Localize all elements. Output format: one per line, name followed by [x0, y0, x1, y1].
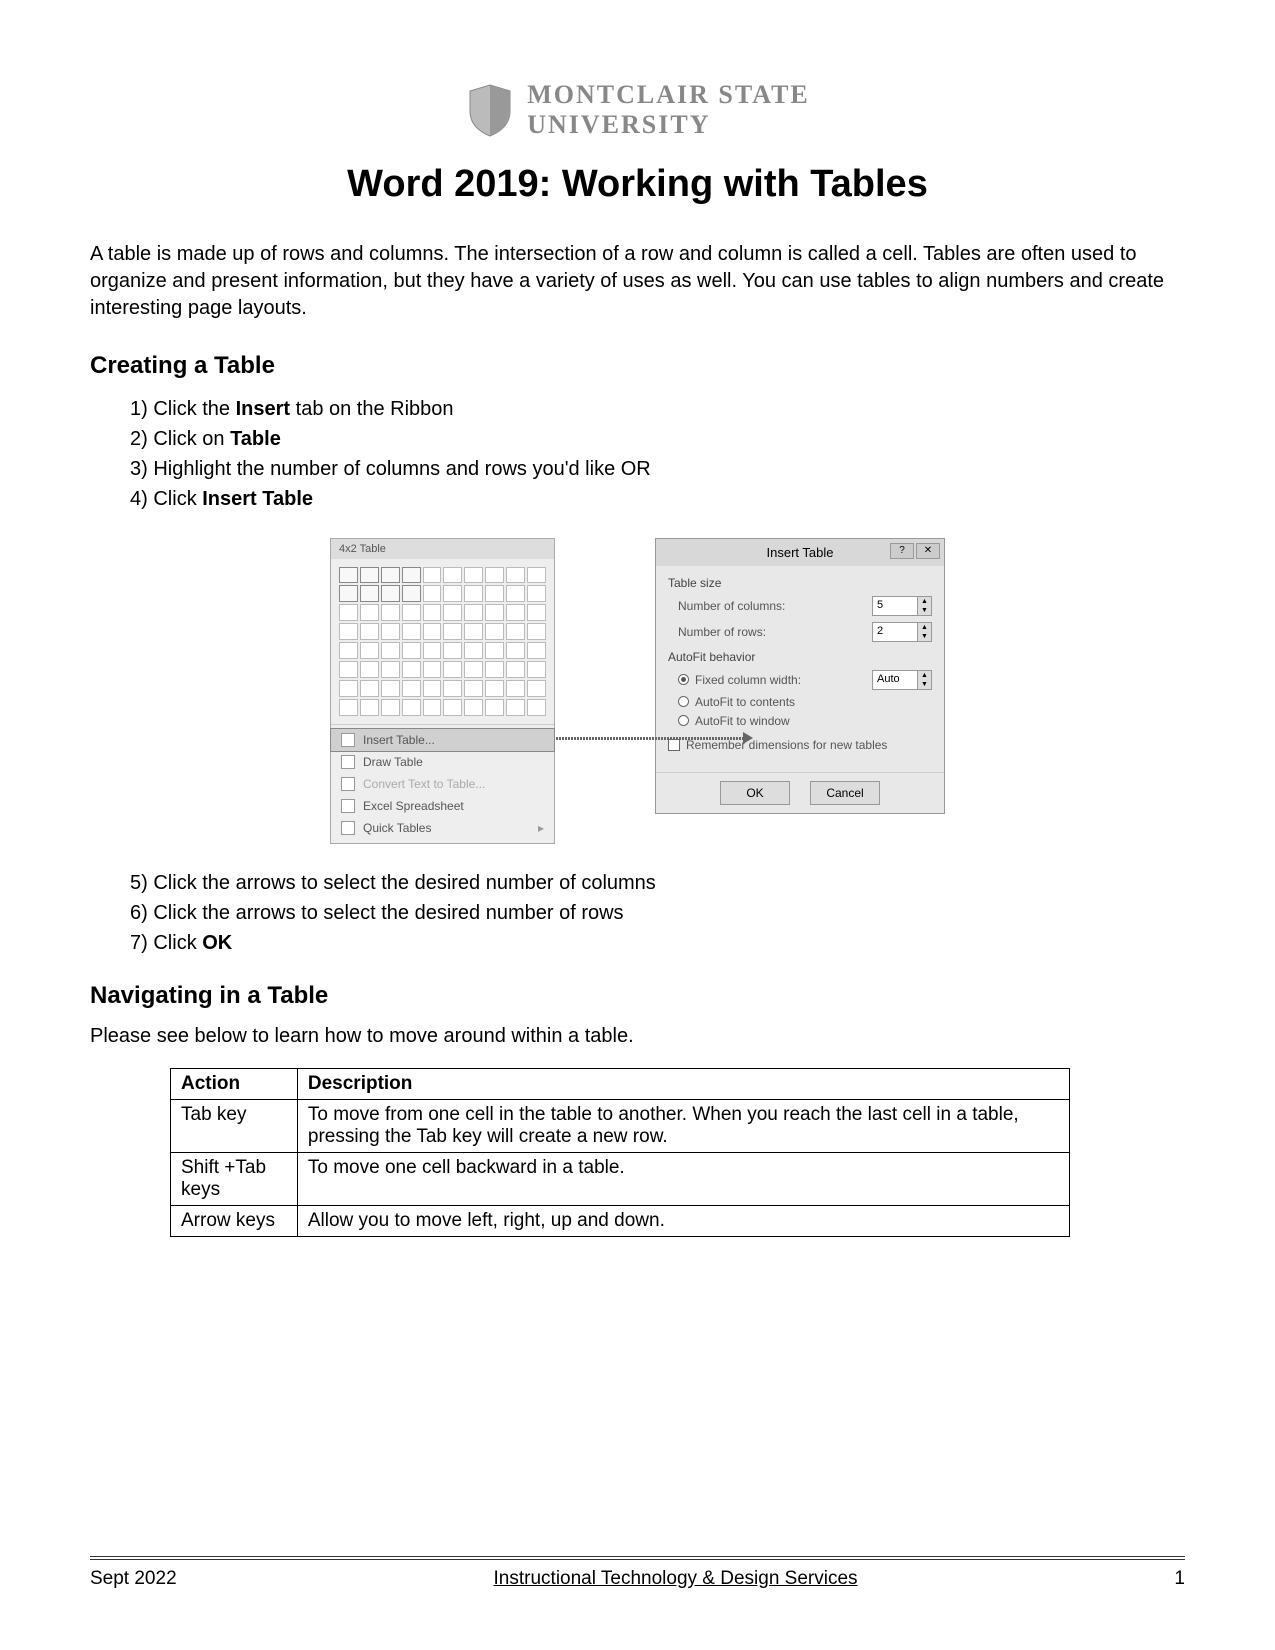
- header-action: Action: [171, 1068, 298, 1099]
- header-description: Description: [297, 1068, 1069, 1099]
- table-icon: [341, 733, 355, 747]
- screenshot-figures: 4x2 Table Insert Table... Draw Table Con…: [90, 538, 1185, 844]
- dropdown-header: 4x2 Table: [331, 539, 554, 559]
- footer-org: Instructional Technology & Design Servic…: [494, 1568, 858, 1590]
- section-heading-creating: Creating a Table: [90, 352, 1185, 380]
- menu-insert-table[interactable]: Insert Table...: [331, 729, 554, 751]
- page-title: Word 2019: Working with Tables: [90, 163, 1185, 206]
- spin-up-icon[interactable]: ▲: [917, 597, 931, 606]
- navigation-table: Action Description Tab key To move from …: [170, 1068, 1070, 1237]
- connector-arrow: [556, 737, 746, 740]
- table-row: Shift +Tab keys To move one cell backwar…: [171, 1152, 1070, 1205]
- spin-down-icon[interactable]: ▼: [917, 680, 931, 689]
- page-footer: Sept 2022 Instructional Technology & Des…: [90, 1556, 1185, 1590]
- remember-checkbox[interactable]: [668, 739, 680, 751]
- dialog-titlebar: Insert Table ? ✕: [656, 539, 944, 566]
- columns-spinner[interactable]: 5 ▲▼: [872, 596, 932, 616]
- quick-tables-icon: [341, 821, 355, 835]
- table-row: Tab key To move from one cell in the tab…: [171, 1099, 1070, 1152]
- menu-convert-text[interactable]: Convert Text to Table...: [331, 773, 554, 795]
- steps-list-1: 1) Click the Insert tab on the Ribbon 2)…: [130, 395, 1185, 513]
- rows-label: Number of rows:: [678, 625, 766, 639]
- spin-down-icon[interactable]: ▼: [917, 632, 931, 641]
- excel-icon: [341, 799, 355, 813]
- table-row: Arrow keys Allow you to move left, right…: [171, 1205, 1070, 1236]
- autofit-label: AutoFit behavior: [668, 650, 932, 664]
- menu-draw-table[interactable]: Draw Table: [331, 751, 554, 773]
- spin-up-icon[interactable]: ▲: [917, 671, 931, 680]
- insert-table-dialog: Insert Table ? ✕ Table size Number of co…: [655, 538, 945, 814]
- section-heading-navigating: Navigating in a Table: [90, 982, 1185, 1010]
- cancel-button[interactable]: Cancel: [810, 781, 880, 805]
- columns-label: Number of columns:: [678, 599, 785, 613]
- table-grid-selector[interactable]: [331, 559, 554, 724]
- menu-excel[interactable]: Excel Spreadsheet: [331, 795, 554, 817]
- table-dropdown-panel: 4x2 Table Insert Table... Draw Table Con…: [330, 538, 555, 844]
- radio-fixed-width[interactable]: [678, 674, 689, 685]
- menu-quick-tables[interactable]: Quick Tables▸: [331, 817, 554, 839]
- logo-text-line1: MONTCLAIR STATE: [527, 80, 810, 110]
- help-button[interactable]: ?: [890, 543, 914, 559]
- footer-date: Sept 2022: [90, 1568, 177, 1590]
- close-button[interactable]: ✕: [916, 543, 940, 559]
- table-size-label: Table size: [668, 576, 932, 590]
- nav-intro: Please see below to learn how to move ar…: [90, 1025, 1185, 1048]
- convert-icon: [341, 777, 355, 791]
- logo-area: MONTCLAIR STATE UNIVERSITY: [90, 80, 1185, 143]
- radio-autofit-contents[interactable]: [678, 696, 689, 707]
- footer-page-number: 1: [1174, 1568, 1185, 1590]
- spin-up-icon[interactable]: ▲: [917, 623, 931, 632]
- table-header-row: Action Description: [171, 1068, 1070, 1099]
- submenu-arrow-icon: ▸: [538, 821, 544, 835]
- steps-list-2: 5) Click the arrows to select the desire…: [130, 869, 1185, 957]
- arrow-head-icon: [743, 732, 753, 744]
- ok-button[interactable]: OK: [720, 781, 790, 805]
- pencil-icon: [341, 755, 355, 769]
- logo-text-line2: UNIVERSITY: [527, 110, 810, 140]
- spin-down-icon[interactable]: ▼: [917, 606, 931, 615]
- university-shield-icon: [465, 83, 515, 138]
- radio-autofit-window[interactable]: [678, 715, 689, 726]
- rows-spinner[interactable]: 2 ▲▼: [872, 622, 932, 642]
- width-spinner[interactable]: Auto ▲▼: [872, 670, 932, 690]
- intro-paragraph: A table is made up of rows and columns. …: [90, 241, 1185, 322]
